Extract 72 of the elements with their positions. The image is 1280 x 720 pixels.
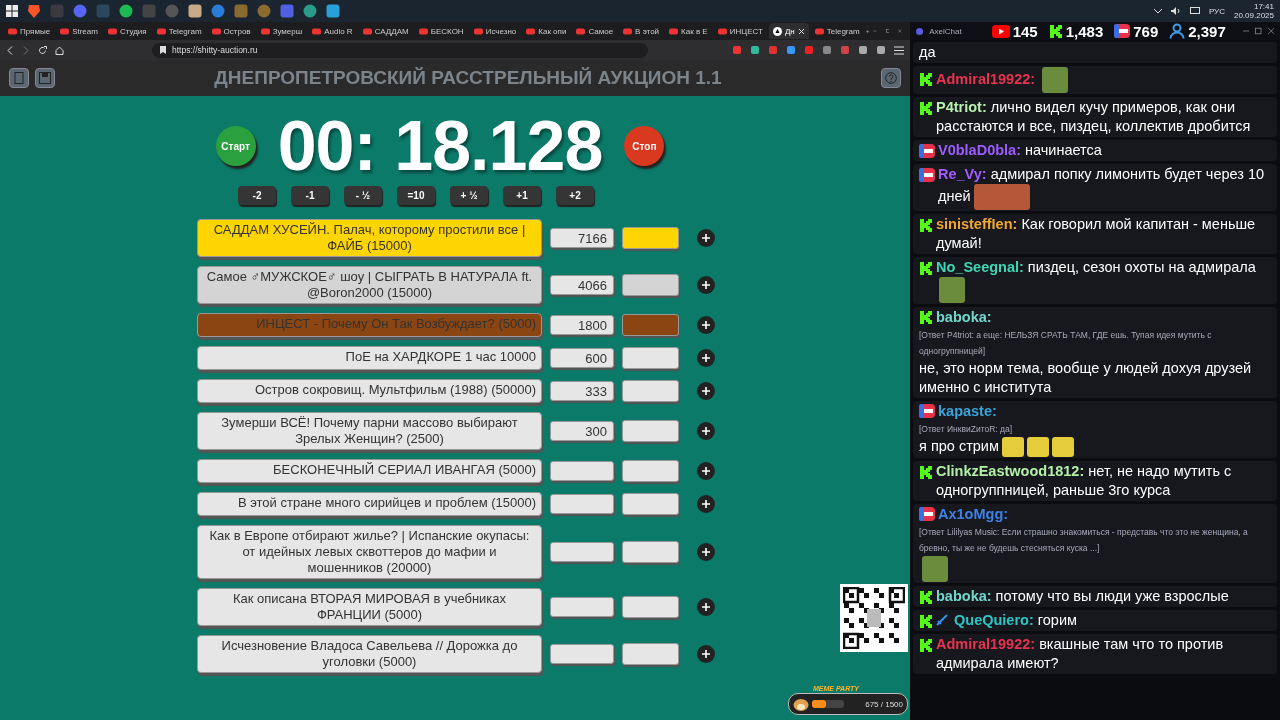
viewer-count: 145 xyxy=(1012,22,1038,40)
browser-tab[interactable]: Самое xyxy=(572,23,618,39)
lot-name-field[interactable]: БЕСКОНЕЧНЫЙ СЕРИАЛ ИВАНГАЯ (5000) xyxy=(197,459,542,483)
clock-date: 20.09.2025 xyxy=(1233,11,1274,20)
browser-tab[interactable]: Audio R xyxy=(308,23,357,39)
chat-message-text: V0blaD0bla: начинаетса xyxy=(938,141,1103,160)
browser-tab[interactable]: В этой xyxy=(619,23,664,39)
viewer-count: 769 xyxy=(1133,22,1159,40)
viewer-count: 2,397 xyxy=(1188,22,1226,40)
chat-message-text: P4triot: лично видел кучу примеров, как они расстаются и все, пиздец, коллектив дробится xyxy=(936,98,1252,136)
chat-message-text: baboka: потому что вы люди уже взрослые xyxy=(936,587,1230,607)
lot-amount-field[interactable]: 300 xyxy=(550,421,614,441)
chat-message-text: Re_Vy: адмирал попку лимонить будет через 10 дней xyxy=(938,165,1271,210)
lot-name-field[interactable]: Как в Европе отбирают жилье? | Испанские окупасы: от идейных левых сквоттеров до мафии и мошенников (20000) xyxy=(197,525,542,579)
browser-tab[interactable]: Зумерш xyxy=(256,23,307,39)
time-adjust-button[interactable]: - ½ xyxy=(344,186,382,205)
reply-quote: [Ответ Lililyas Music: Если страшно знакомиться - представь что это не женщина, а бревно, ты же не будешь стесняться куска ...] xyxy=(919,526,1249,556)
browser-tab[interactable]: Как в Е xyxy=(665,23,712,39)
time-adjust-button[interactable]: -1 xyxy=(291,186,329,205)
time-adjust-button[interactable]: =10 xyxy=(397,186,435,205)
browser-tab[interactable]: Дн xyxy=(768,23,809,39)
progress-count: 675 / 1500 xyxy=(865,699,903,709)
browser-tab[interactable]: Stream xyxy=(56,23,102,39)
chat-message-text: sinisteffIen: Как говорил мой капитан - меньше думай! xyxy=(936,215,1257,253)
browser-tab[interactable]: Исчезно xyxy=(469,23,521,39)
lot-name-field[interactable]: Остров сокровищ. Мультфильм (1988) (50000) xyxy=(197,379,542,403)
browser-tab[interactable]: Прямые xyxy=(4,23,55,39)
chat-message-text: QueQuiero: горим xyxy=(954,611,1078,631)
reply-quote: [Ответ P4triot: а еще: НЕЛЬЗЯ СРАТЬ ТАМ, ГДЕ ешь. Тупая идея мутить с одногруппницей] xyxy=(919,329,1213,358)
lot-amount-field[interactable]: 600 xyxy=(550,348,614,368)
chat-message-text: не, это норм тема, вообще у людей дохуя друзей именно с института xyxy=(919,360,1252,395)
browser-tab[interactable]: Студия xyxy=(103,23,151,39)
chat-message-text: да xyxy=(919,44,936,60)
app-title: ДНЕПРОПЕТРОВСКИЙ РАССТРЕЛЬНЫЙ АУКЦИОН 1.1 xyxy=(213,67,723,89)
chat-author[interactable]: kapaste: xyxy=(938,403,997,419)
time-adjust-button[interactable]: -2 xyxy=(238,186,276,205)
chat-message-text: Admiral19922: вкашные там что то против адмирала имеют? xyxy=(936,635,1225,674)
chat-message-text: No_Seegnal: пиздец, сезон охоты на адмирала xyxy=(936,258,1271,303)
language-indicator[interactable]: РУС xyxy=(1208,6,1225,16)
lot-name-field[interactable]: Зумерши ВСЁ! Почему парни массово выбирают Зрелых Женщин? (2500) xyxy=(197,412,542,450)
chat-author[interactable]: baboka: xyxy=(936,309,992,325)
viewer-count: 1,483 xyxy=(1065,22,1104,40)
address-bar[interactable]: https://shitty-auction.ru xyxy=(152,42,648,58)
time-adjust-button[interactable]: + ½ xyxy=(450,186,488,205)
reply-quote: [Ответ ИнквиZитоR: да] xyxy=(919,423,1014,436)
chat-author[interactable]: Ax1oMgg: xyxy=(938,506,1009,523)
lot-name-field[interactable]: ПоЕ на ХАРДКОРЕ 1 час 10000 xyxy=(197,346,542,370)
lot-name-field[interactable]: В этой стране много сирийцев и проблем (15000) xyxy=(197,492,542,516)
browser-tab[interactable]: САДДАМ xyxy=(358,23,413,39)
lot-name-field[interactable]: Самое ♂МУЖСКОЕ♂ шоу | СЫГРАТЬ В НАТУРАЛА ft. @Boron2000 (15000) xyxy=(197,266,542,304)
chat-message-text: я про стрим xyxy=(919,438,999,454)
time-adjust-button[interactable]: +2 xyxy=(556,186,594,205)
clock-time: 17:41 xyxy=(1253,2,1274,11)
chat-message-text: ClinkzEastwood1812: нет, не надо мутить с одногруппницей, раньше 3го курса xyxy=(936,462,1233,501)
browser-tab[interactable]: Как опи xyxy=(522,23,571,39)
lot-amount-field[interactable]: 333 xyxy=(550,381,614,401)
browser-tab[interactable]: БЕСКОН xyxy=(414,23,468,39)
lot-amount-field[interactable]: 1800 xyxy=(550,315,614,335)
stop-button[interactable]: Стоп xyxy=(624,126,665,166)
lot-name-field[interactable]: Как описана ВТОРАЯ МИРОВАЯ в учебниках ФРАНЦИИ (5000) xyxy=(197,588,542,626)
lot-name-field[interactable]: Исчезновение Владоса Савельева // Дорожка до уголовки (5000) xyxy=(197,635,542,673)
browser-tab[interactable]: ИНЦЕСТ xyxy=(713,23,767,39)
window-title: AxelChat xyxy=(929,26,962,36)
time-adjust-button[interactable]: +1 xyxy=(503,186,541,205)
browser-tab[interactable]: Telegram xyxy=(152,23,206,39)
browser-tab[interactable]: Остров xyxy=(207,23,255,39)
lot-amount-field[interactable]: 4066 xyxy=(550,275,614,295)
browser-tab[interactable]: Telegram xyxy=(810,23,864,39)
timer-display: 00: 18.128 xyxy=(277,108,603,184)
lot-amount-field[interactable]: 7166 xyxy=(550,228,614,248)
chat-author[interactable]: Admiral19922: xyxy=(936,70,1036,87)
lot-name-field[interactable]: САДДАМ ХУСЕЙН. Палач, которому простили все | ФАЙБ (15000) xyxy=(197,219,542,257)
